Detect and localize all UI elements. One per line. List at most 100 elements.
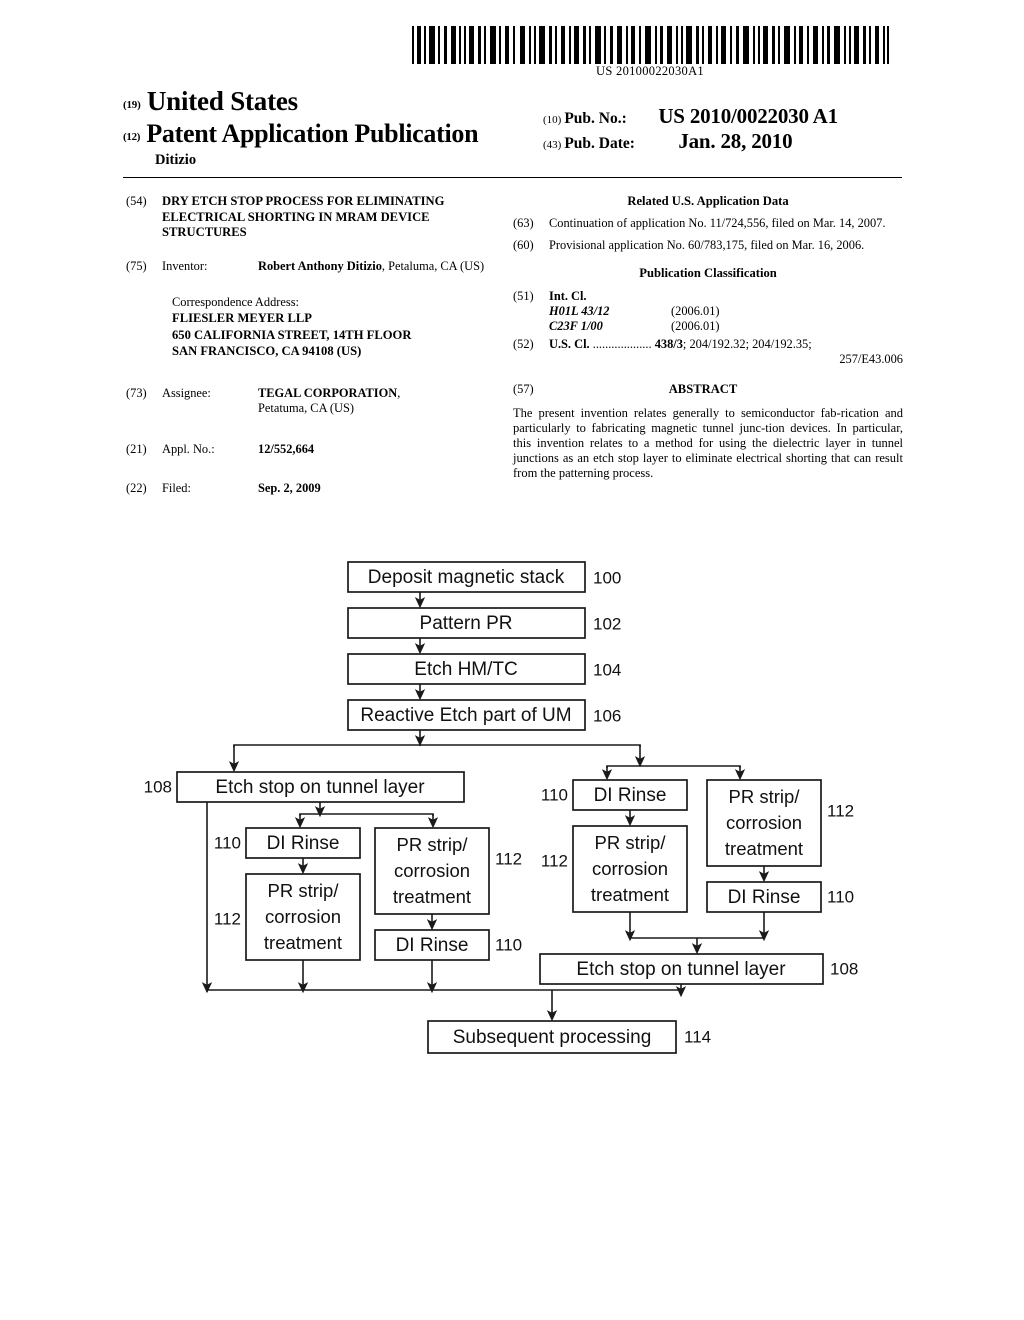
flow-label-right-a-di-rinse: DI Rinse xyxy=(594,785,667,806)
barcode-icon xyxy=(410,26,890,64)
fork-bus-main xyxy=(233,744,641,747)
pub-no-value: US 2010/0022030 A1 xyxy=(658,104,838,128)
flow-ref-left-b-di-rinse: 110 xyxy=(495,935,522,954)
header-left: (19) United States (12) Patent Applicati… xyxy=(123,86,543,169)
flow-ref-reactive-etch: 106 xyxy=(593,706,621,725)
assignee-label: Assignee: xyxy=(162,385,211,400)
flow-label-left-a-pr-line3: treatment xyxy=(264,932,342,953)
int-cl-entry-1: H01L 43/12 (2006.01) xyxy=(549,304,903,319)
flow-ref-pattern-pr: 102 xyxy=(593,614,621,633)
flow-label-right-etch-stop: Etch stop on tunnel layer xyxy=(576,959,786,980)
code-10: (10) xyxy=(543,114,562,126)
filed-value: Sep. 2, 2009 xyxy=(258,480,321,495)
flow-node-left-a-pr-strip: PR strip/ corrosion treatment 112 xyxy=(214,873,361,961)
us-cl-tail: 257/E43.006 xyxy=(839,352,903,367)
flow-label-right-b-pr-line3: treatment xyxy=(725,838,803,859)
code-12: (12) xyxy=(123,131,141,143)
inventor-field: (75) Inventor: Robert Anthony Ditizio, P… xyxy=(126,259,496,274)
provisional-field: (60) Provisional application No. 60/783,… xyxy=(513,238,903,253)
int-cl-field: (51) Int. Cl. H01L 43/12 (2006.01) C23F … xyxy=(513,289,903,334)
abstract-text: The present invention relates generally … xyxy=(513,405,903,481)
flow-label-etch-hm-tc: Etch HM/TC xyxy=(414,659,517,680)
code-75: (75) xyxy=(126,259,147,274)
appl-no-value: 12/552,664 xyxy=(258,441,315,456)
flow-ref-right-b-pr-strip: 112 xyxy=(827,801,854,820)
doc-type: Patent Application Publication xyxy=(146,119,479,148)
flow-label-reactive-etch: Reactive Etch part of UM xyxy=(360,705,571,726)
flow-label-left-b-pr-line3: treatment xyxy=(393,886,471,907)
flow-node-subsequent: Subsequent processing 114 xyxy=(427,1020,711,1054)
doc-type-line: (12) Patent Application Publication xyxy=(123,119,543,149)
assignee-name: TEGAL CORPORATION xyxy=(258,385,398,400)
int-cl-year-1: (2006.01) xyxy=(671,304,720,319)
flow-label-right-b-pr-line2: corrosion xyxy=(726,812,802,833)
flow-node-right-a-pr-strip: PR strip/ corrosion treatment 112 xyxy=(541,825,688,913)
flow-label-left-a-di-rinse: DI Rinse xyxy=(267,833,340,854)
code-19: (19) xyxy=(123,99,141,111)
code-60: (60) xyxy=(513,238,534,253)
barcode xyxy=(410,26,890,64)
biblio-right-column: Related U.S. Application Data (63) Conti… xyxy=(513,194,903,482)
country-name: United States xyxy=(146,86,298,116)
code-57: (57) xyxy=(513,381,534,396)
left-subfork-bus xyxy=(299,813,434,816)
header-divider xyxy=(123,177,902,178)
appl-no-field: (21) Appl. No.: 12/552,664 xyxy=(126,442,496,457)
correspondence-line-2: 650 CALIFORNIA STREET, 14TH FLOOR xyxy=(172,327,412,342)
inventor-location: , Petaluma, CA (US) xyxy=(381,259,485,274)
flow-label-left-b-di-rinse: DI Rinse xyxy=(396,935,469,956)
right-merge-bus xyxy=(629,936,765,939)
code-43: (43) xyxy=(543,139,562,151)
flow-label-subsequent: Subsequent processing xyxy=(453,1027,652,1048)
code-54: (54) xyxy=(126,194,147,208)
int-cl-year-2: (2006.01) xyxy=(671,319,720,334)
flow-node-right-b-di-rinse: DI Rinse 110 xyxy=(706,881,854,913)
correspondence-address: Correspondence Address: FLIESLER MEYER L… xyxy=(172,294,496,359)
country-line: (19) United States xyxy=(123,86,543,117)
correspondence-label: Correspondence Address: xyxy=(172,295,299,310)
pub-no-label: Pub. No.: xyxy=(564,110,627,127)
filed-field: (22) Filed: Sep. 2, 2009 xyxy=(126,481,496,496)
flow-ref-deposit: 100 xyxy=(593,568,621,587)
patent-title: DRY ETCH STOP PROCESS FOR ELIMINATING EL… xyxy=(162,194,445,240)
flow-label-left-b-pr-line1: PR strip/ xyxy=(397,834,469,855)
code-51: (51) xyxy=(513,288,534,303)
bottom-merge-bus xyxy=(206,989,682,992)
inventor-value: Robert Anthony Ditizio, Petaluma, CA (US… xyxy=(258,259,496,274)
flow-ref-left-a-di-rinse: 110 xyxy=(214,833,241,852)
us-cl-rest: ; 204/192.32; 204/192.35; xyxy=(682,337,812,352)
us-cl-primary: 438/3 xyxy=(654,337,683,352)
int-cl-code-1: H01L 43/12 xyxy=(549,304,610,319)
code-52: (52) xyxy=(513,337,534,352)
flow-ref-subsequent: 114 xyxy=(684,1027,711,1046)
abstract-heading-row: (57) ABSTRACT xyxy=(513,382,903,397)
int-cl-body: Int. Cl. H01L 43/12 (2006.01) C23F 1/00 … xyxy=(549,289,903,334)
assignee-comma: , xyxy=(397,385,401,400)
assignee-value: TEGAL CORPORATION, Petatuma, CA (US) xyxy=(258,386,496,416)
continuation-field: (63) Continuation of application No. 11/… xyxy=(513,216,903,231)
correspondence-line-1: FLIESLER MEYER LLP xyxy=(172,311,312,326)
flow-node-right-b-pr-strip: PR strip/ corrosion treatment 112 xyxy=(706,779,854,867)
flow-label-right-b-di-rinse: DI Rinse xyxy=(728,887,801,908)
flow-node-left-a-di-rinse: DI Rinse 110 xyxy=(214,827,361,859)
code-22: (22) xyxy=(126,480,147,495)
flow-ref-right-a-pr-strip: 112 xyxy=(541,851,568,870)
flow-label-deposit: Deposit magnetic stack xyxy=(368,567,565,588)
pub-no-row: (10) Pub. No.: US 2010/0022030 A1 xyxy=(543,104,903,129)
code-63: (63) xyxy=(513,216,534,231)
inventor-label: Inventor: xyxy=(162,259,208,274)
abstract-heading: ABSTRACT xyxy=(668,381,738,396)
flow-node-left-b-di-rinse: DI Rinse 110 xyxy=(374,929,522,961)
flow-ref-right-a-di-rinse: 110 xyxy=(541,785,568,804)
assignee-field: (73) Assignee: TEGAL CORPORATION, Petatu… xyxy=(126,386,496,416)
appl-no-label: Appl. No.: xyxy=(162,441,215,456)
right-subfork-bus xyxy=(606,765,741,768)
flow-label-pattern-pr: Pattern PR xyxy=(420,613,513,634)
flow-node-pattern-pr: Pattern PR 102 xyxy=(347,607,621,639)
flow-ref-left-a-pr-strip: 112 xyxy=(214,909,241,928)
filed-label: Filed: xyxy=(162,480,191,495)
author-name: Ditizio xyxy=(155,152,197,168)
pub-date-value: Jan. 28, 2010 xyxy=(678,129,793,153)
inventor-name: Robert Anthony Ditizio xyxy=(258,259,382,274)
flow-label-right-a-pr-line2: corrosion xyxy=(592,858,668,879)
